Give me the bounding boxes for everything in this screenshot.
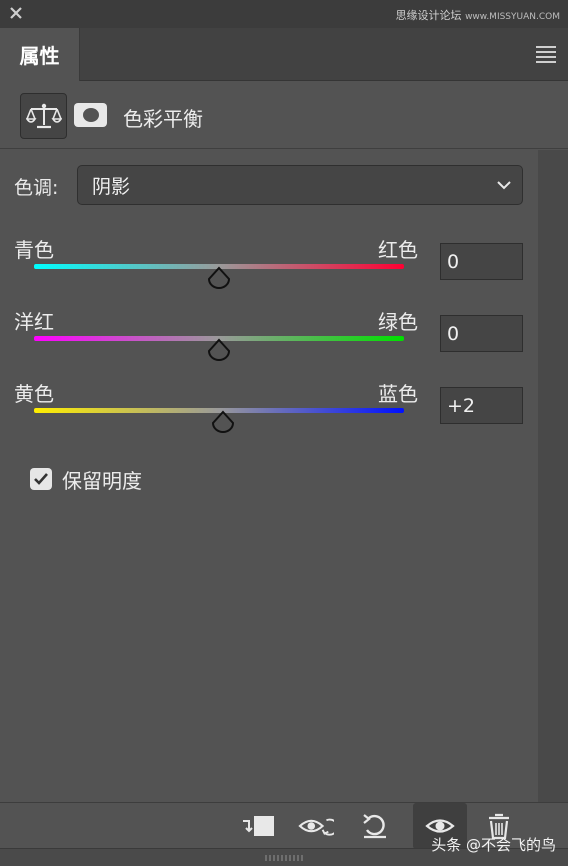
watermark-text: 思缘设计论坛 [395,9,462,22]
slider-value-input[interactable]: +2 [440,387,523,424]
chevron-down-icon [497,181,511,190]
clip-to-layer-icon[interactable] [240,809,276,843]
preserve-luminosity-row[interactable]: 保留明度 [30,464,142,494]
slider-value: 0 [447,322,460,345]
slider-thumb[interactable] [206,266,232,292]
balance-scale-icon[interactable] [20,93,67,139]
preserve-luminosity-checkbox[interactable] [30,468,52,490]
slider-thumb[interactable] [206,338,232,364]
slider-yellow-blue: 黄色 蓝色 +2 [0,378,538,450]
adjustment-header: 色彩平衡 [0,81,568,149]
layer-mask-icon[interactable] [74,103,107,127]
slider-value-input[interactable]: 0 [440,243,523,280]
tone-selected-value: 阴影 [92,175,131,198]
tab-properties-label: 属性 [19,44,60,68]
close-icon[interactable] [6,3,26,23]
slider-thumb[interactable] [210,410,236,436]
slider-left-label: 黄色 [14,382,54,406]
source-credit: 头条 @不会飞的鸟 [431,836,556,854]
reset-icon[interactable] [357,809,393,843]
tab-properties[interactable]: 属性 [0,28,80,81]
tone-label: 色调: [14,177,59,199]
slider-value-input[interactable]: 0 [440,315,523,352]
grip-icon[interactable] [264,855,304,861]
preserve-luminosity-label: 保留明度 [62,468,142,493]
scrollbar[interactable] [538,150,568,802]
checkmark-icon [34,473,48,485]
slider-value: 0 [447,250,460,273]
panel-menu-icon[interactable] [536,46,556,63]
title-bar: 思缘设计论坛 www.MISSYUAN.COM [0,0,568,28]
tone-dropdown[interactable]: 阴影 [77,165,523,205]
slider-right-label: 蓝色 [378,382,418,406]
panel-tab-row: 属性 [0,28,568,81]
slider-cyan-red: 青色 红色 0 [0,234,538,306]
slider-right-label: 红色 [378,238,418,262]
slider-right-label: 绿色 [378,310,418,334]
view-previous-state-icon[interactable] [298,809,334,843]
slider-value: +2 [447,394,476,417]
watermark: 思缘设计论坛 www.MISSYUAN.COM [396,7,560,23]
slider-left-label: 青色 [14,238,54,262]
watermark-url: www.MISSYUAN.COM [465,12,560,22]
adjustment-title: 色彩平衡 [123,107,203,131]
slider-left-label: 洋红 [14,310,54,334]
slider-magenta-green: 洋红 绿色 0 [0,306,538,378]
